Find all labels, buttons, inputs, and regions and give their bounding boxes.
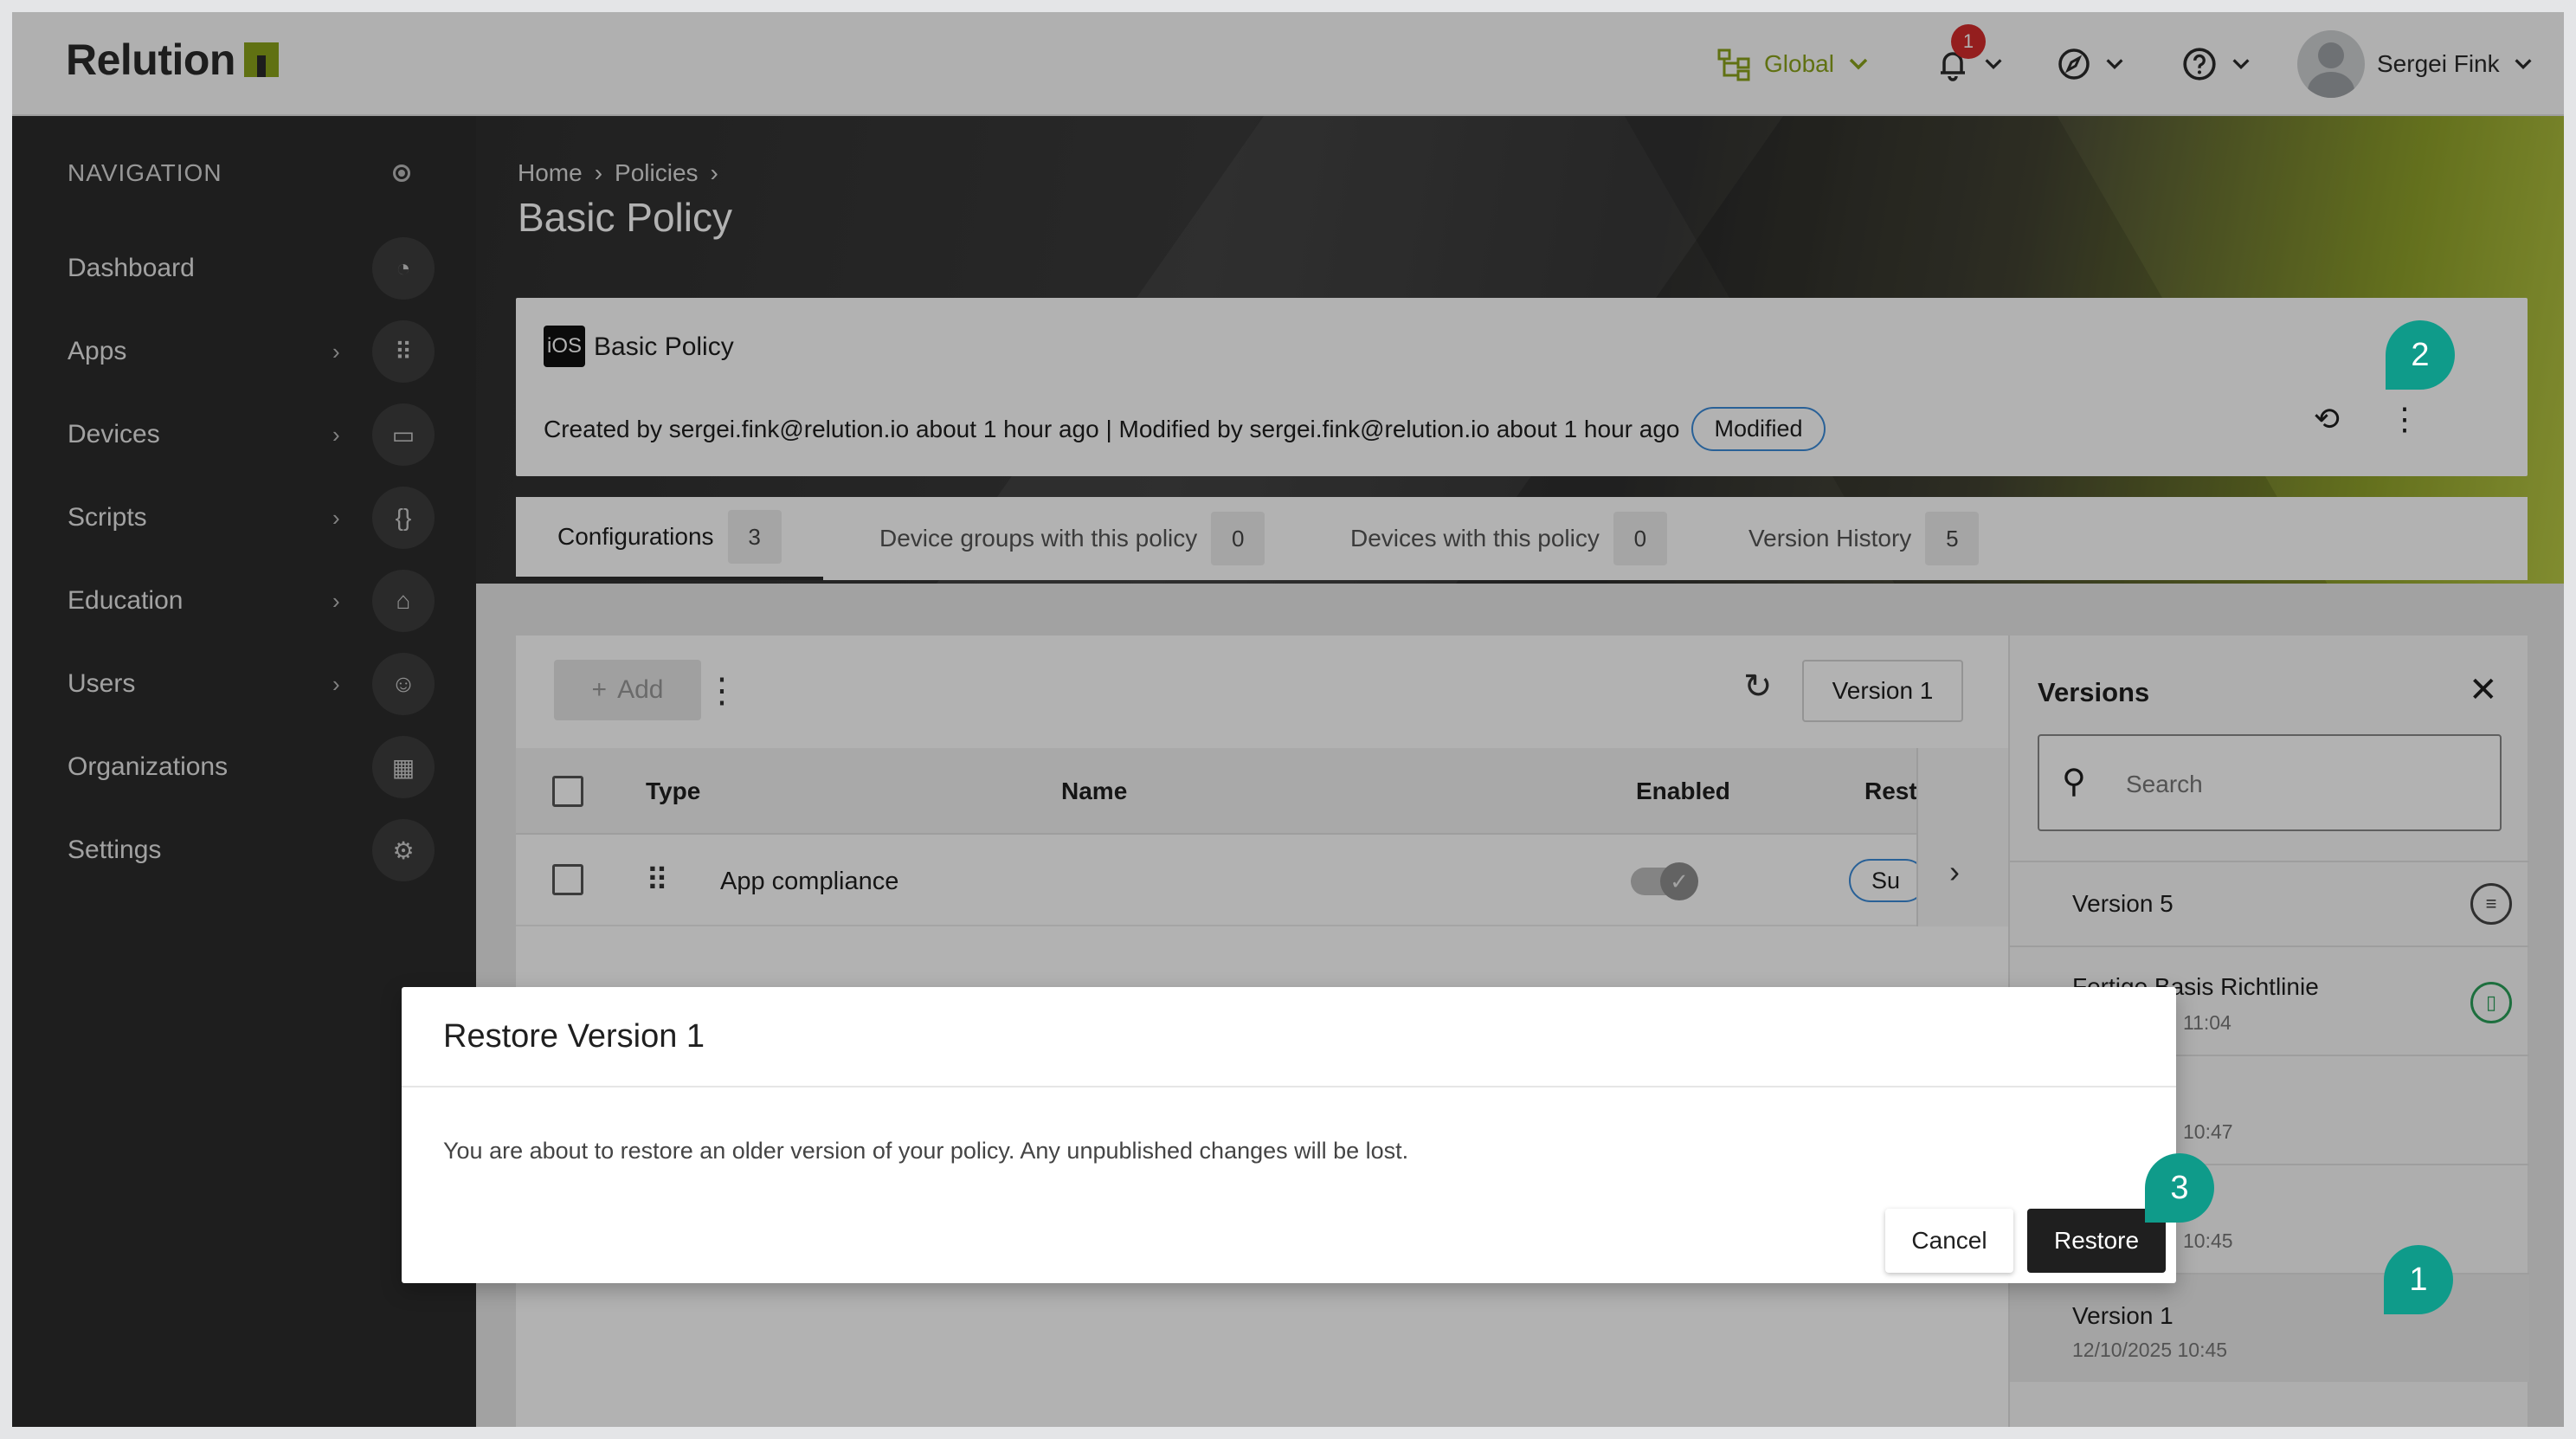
step-marker-3: 3 xyxy=(2145,1153,2214,1223)
app-window: Relution Global 1 Sergei Fink NAVIGATION… xyxy=(12,12,2564,1427)
divider xyxy=(402,1086,2176,1087)
cancel-button[interactable]: Cancel xyxy=(1885,1209,2013,1273)
dialog-title: Restore Version 1 xyxy=(443,1018,705,1055)
step-marker-2: 2 xyxy=(2386,320,2455,390)
restore-dialog: Restore Version 1 You are about to resto… xyxy=(402,987,2176,1283)
dialog-message: You are about to restore an older versio… xyxy=(443,1138,1409,1164)
step-marker-1: 1 xyxy=(2384,1245,2453,1314)
